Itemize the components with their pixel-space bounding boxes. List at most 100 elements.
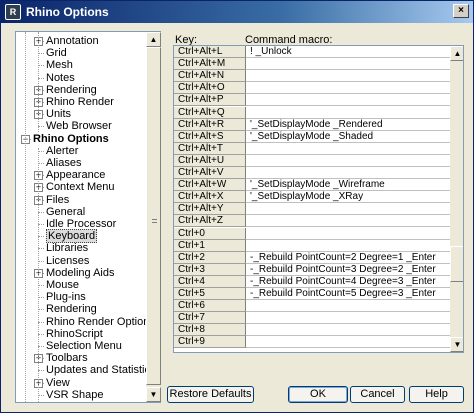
command-macro-cell[interactable]: -_Rebuild PointCount=4 Degree=3 _Enter: [246, 276, 450, 288]
command-macro-cell[interactable]: [246, 228, 450, 240]
table-row[interactable]: Ctrl+8: [174, 324, 450, 337]
table-row[interactable]: Ctrl+Alt+R '_SetDisplayMode _Rendered: [174, 118, 450, 131]
grid-scroll-down-icon[interactable]: ▼: [450, 337, 463, 352]
command-macro-cell[interactable]: '_SetDisplayMode _Shaded: [246, 131, 450, 143]
tree-item[interactable]: Alerter: [16, 145, 146, 157]
command-macro-cell[interactable]: [246, 240, 450, 252]
tree-item[interactable]: Rhino Render Options: [16, 316, 146, 328]
tree-scroll-up-icon[interactable]: ▲: [146, 32, 161, 47]
command-macro-cell[interactable]: [246, 143, 450, 155]
tree-item[interactable]: + Context Menu: [16, 181, 146, 193]
tree-item[interactable]: Mesh: [16, 59, 146, 71]
title-bar[interactable]: R Rhino Options ×: [1, 1, 473, 23]
tree-item[interactable]: + Appearance: [16, 169, 146, 181]
table-row[interactable]: Ctrl+6: [174, 300, 450, 313]
tree-item[interactable]: Licenses: [16, 255, 146, 267]
command-macro-cell[interactable]: [246, 324, 450, 337]
table-row[interactable]: Ctrl+Alt+V: [174, 167, 450, 179]
tree-item[interactable]: VSR Shape: [16, 389, 146, 401]
table-row[interactable]: Ctrl+Alt+L! _Unlock: [174, 46, 450, 58]
tree-item[interactable]: General: [16, 206, 146, 218]
help-button[interactable]: Help: [409, 386, 464, 403]
command-macro-cell[interactable]: '_SetDisplayMode _XRay: [246, 191, 450, 204]
tree-item[interactable]: Aliases: [16, 157, 146, 169]
table-row[interactable]: Ctrl+Alt+Q: [174, 106, 450, 119]
tree-item[interactable]: + Modeling Aids: [16, 267, 146, 279]
table-row[interactable]: Ctrl+Alt+U: [174, 154, 450, 167]
tree-item[interactable]: − Rhino Options: [16, 133, 146, 145]
tree-scroll-thumb[interactable]: [146, 47, 161, 385]
tree-item-label: Toolbars: [46, 352, 88, 365]
options-tree[interactable]: + Annotation Grid Mesh Notes + Rendering + Rhino…: [15, 31, 161, 403]
command-macro-cell[interactable]: [246, 300, 450, 313]
table-row[interactable]: Ctrl+3 -_Rebuild PointCount=3 Degree=2 _E…: [174, 263, 450, 276]
restore-defaults-button[interactable]: Restore Defaults: [167, 386, 254, 403]
table-row[interactable]: Ctrl+Alt+O: [174, 82, 450, 95]
table-row[interactable]: Ctrl+0: [174, 227, 450, 240]
tree-item[interactable]: + Annotation: [16, 35, 146, 47]
command-macro-cell[interactable]: [246, 336, 450, 349]
table-row[interactable]: Ctrl+1: [174, 239, 450, 252]
command-macro-cell[interactable]: [246, 107, 450, 119]
tree-item[interactable]: Idle Processor: [16, 218, 146, 230]
table-row[interactable]: Ctrl+5 -_Rebuild PointCount=5 Degree=3 _E…: [174, 288, 450, 300]
table-row[interactable]: Ctrl+7: [174, 312, 450, 325]
command-macro-cell[interactable]: -_Rebuild PointCount=3 Degree=2 _Enter: [246, 264, 450, 276]
tree-item[interactable]: Libraries: [16, 242, 146, 254]
tree-item[interactable]: Selection Menu: [16, 340, 146, 352]
command-macro-cell[interactable]: [246, 203, 450, 216]
tree-scroll-down-icon[interactable]: ▼: [146, 387, 161, 402]
command-macro-cell[interactable]: '_SetDisplayMode _Wireframe: [246, 179, 450, 192]
command-macro-cell[interactable]: [246, 155, 450, 167]
tree-item[interactable]: + Files: [16, 194, 146, 206]
command-macro-cell[interactable]: [246, 312, 450, 325]
tree-item[interactable]: + Toolbars: [16, 352, 146, 364]
table-row[interactable]: Ctrl+Alt+Z: [174, 215, 450, 228]
close-icon[interactable]: ×: [453, 4, 469, 18]
table-row[interactable]: Ctrl+Alt+P: [174, 94, 450, 107]
tree-item[interactable]: + Units: [16, 108, 146, 120]
table-row[interactable]: Ctrl+9: [174, 336, 450, 349]
tree-item[interactable]: Mouse: [16, 279, 146, 291]
command-macro-cell[interactable]: [246, 167, 450, 179]
tree-item[interactable]: Notes: [16, 72, 146, 84]
grid-scrollbar[interactable]: ▲ ▼: [450, 46, 463, 352]
command-macro-cell[interactable]: ! _Unlock: [246, 46, 450, 58]
table-row[interactable]: Ctrl+Alt+T: [174, 142, 450, 155]
tree-item[interactable]: + Rhino Render: [16, 96, 146, 108]
tree-item[interactable]: RhinoScript: [16, 328, 146, 340]
keyboard-shortcut-grid[interactable]: Ctrl+Alt+L! _Unlock Ctrl+Alt+M Ctrl+Alt+N C…: [173, 45, 464, 353]
tree-item[interactable]: Keyboard: [16, 229, 146, 244]
command-macro-cell[interactable]: -_Rebuild PointCount=2 Degree=1 _Enter: [246, 252, 450, 264]
command-macro-cell[interactable]: [246, 82, 450, 95]
tree-item[interactable]: + Rendering: [16, 84, 146, 96]
command-macro-cell[interactable]: [246, 215, 450, 228]
tree-item[interactable]: Plug-ins: [16, 291, 146, 303]
ok-button[interactable]: OK: [288, 386, 348, 403]
command-macro-cell[interactable]: [246, 70, 450, 83]
table-row[interactable]: Ctrl+Alt+Y: [174, 203, 450, 216]
tree-scrollbar[interactable]: ▲ ▼: [146, 32, 161, 402]
tree-item[interactable]: + View: [16, 377, 146, 389]
tree-item[interactable]: Web Browser: [16, 120, 146, 132]
grid-scroll-up-icon[interactable]: ▲: [450, 46, 463, 61]
table-row[interactable]: Ctrl+Alt+X '_SetDisplayMode _XRay: [174, 191, 450, 204]
splitter-grip[interactable]: [152, 219, 157, 227]
table-row[interactable]: Ctrl+Alt+M: [174, 58, 450, 71]
table-row[interactable]: Ctrl+Alt+W '_SetDisplayMode _Wireframe: [174, 179, 450, 192]
command-macro-cell[interactable]: '_SetDisplayMode _Rendered: [246, 119, 450, 131]
command-macro-cell[interactable]: [246, 94, 450, 107]
command-macro-cell[interactable]: [246, 58, 450, 71]
tree-item[interactable]: Updates and Statistics: [16, 364, 146, 376]
grid-scroll-thumb[interactable]: [450, 246, 463, 282]
table-row[interactable]: Ctrl+Alt+S '_SetDisplayMode _Shaded: [174, 130, 450, 143]
table-row[interactable]: Ctrl+Alt+N: [174, 70, 450, 83]
rhino-app-icon: R: [5, 4, 21, 20]
shortcut-key-cell: Ctrl+Alt+X: [174, 191, 246, 204]
table-row[interactable]: Ctrl+2 -_Rebuild PointCount=2 Degree=1 _E…: [174, 251, 450, 264]
table-row[interactable]: Ctrl+4 -_Rebuild PointCount=4 Degree=3 _E…: [174, 275, 450, 288]
tree-item[interactable]: Rendering: [16, 303, 146, 315]
tree-item[interactable]: Grid: [16, 47, 146, 59]
command-macro-cell[interactable]: -_Rebuild PointCount=5 Degree=3 _Enter: [246, 288, 450, 300]
cancel-button[interactable]: Cancel: [350, 386, 405, 403]
